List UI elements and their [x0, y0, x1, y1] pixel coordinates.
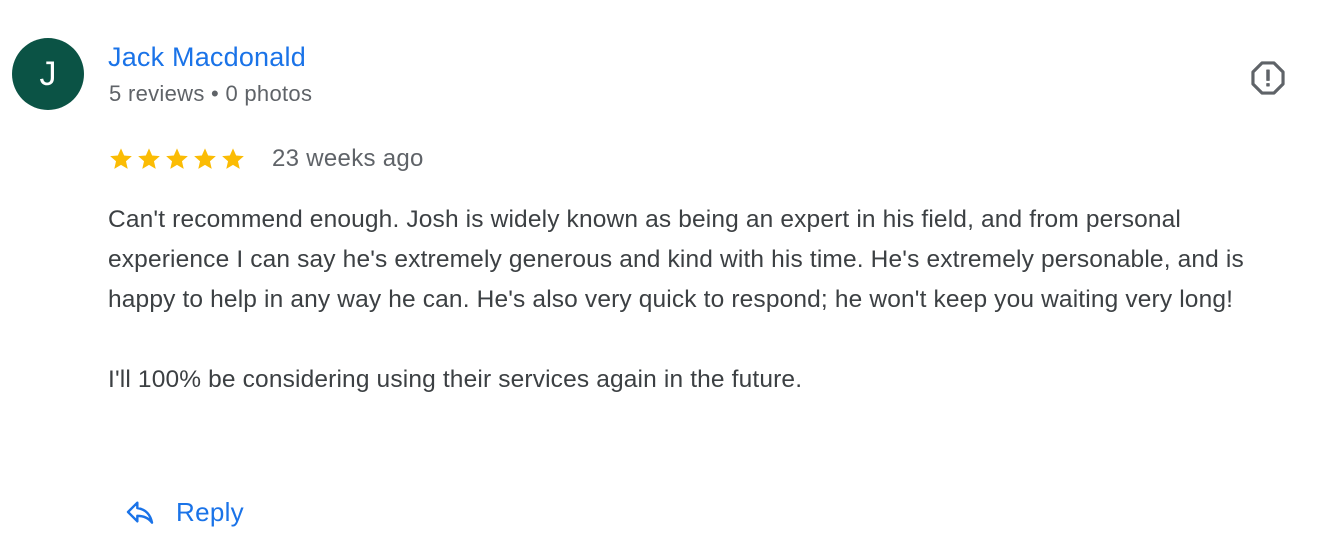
star-icon: [110, 148, 132, 169]
review-card: J Jack Macdonald 5 reviews • 0 photos 23…: [0, 0, 1320, 546]
report-button[interactable]: [1248, 58, 1288, 98]
reply-label: Reply: [176, 496, 244, 527]
star-icon: [194, 148, 216, 169]
star-icon: [166, 148, 188, 169]
star-rating: [108, 146, 246, 172]
reviewer-meta: 5 reviews • 0 photos: [109, 81, 313, 106]
review-paragraph: I'll 100% be considering using their ser…: [108, 366, 803, 393]
reply-button[interactable]: Reply: [124, 490, 244, 534]
star-icon: [222, 148, 244, 169]
report-octagon-icon: [1251, 61, 1285, 95]
reviewer-name-link[interactable]: Jack Macdonald: [108, 40, 306, 74]
reply-arrow-icon: [126, 501, 154, 524]
review-time: 23 weeks ago: [272, 145, 424, 172]
review-text: Can't recommend enough. Josh is widely k…: [108, 200, 1303, 400]
avatar[interactable]: J: [12, 38, 84, 110]
rating-row: 23 weeks ago: [108, 142, 424, 176]
star-icon: [138, 148, 160, 169]
avatar-initial: J: [39, 54, 57, 93]
review-paragraph: Can't recommend enough. Josh is widely k…: [108, 206, 1244, 313]
